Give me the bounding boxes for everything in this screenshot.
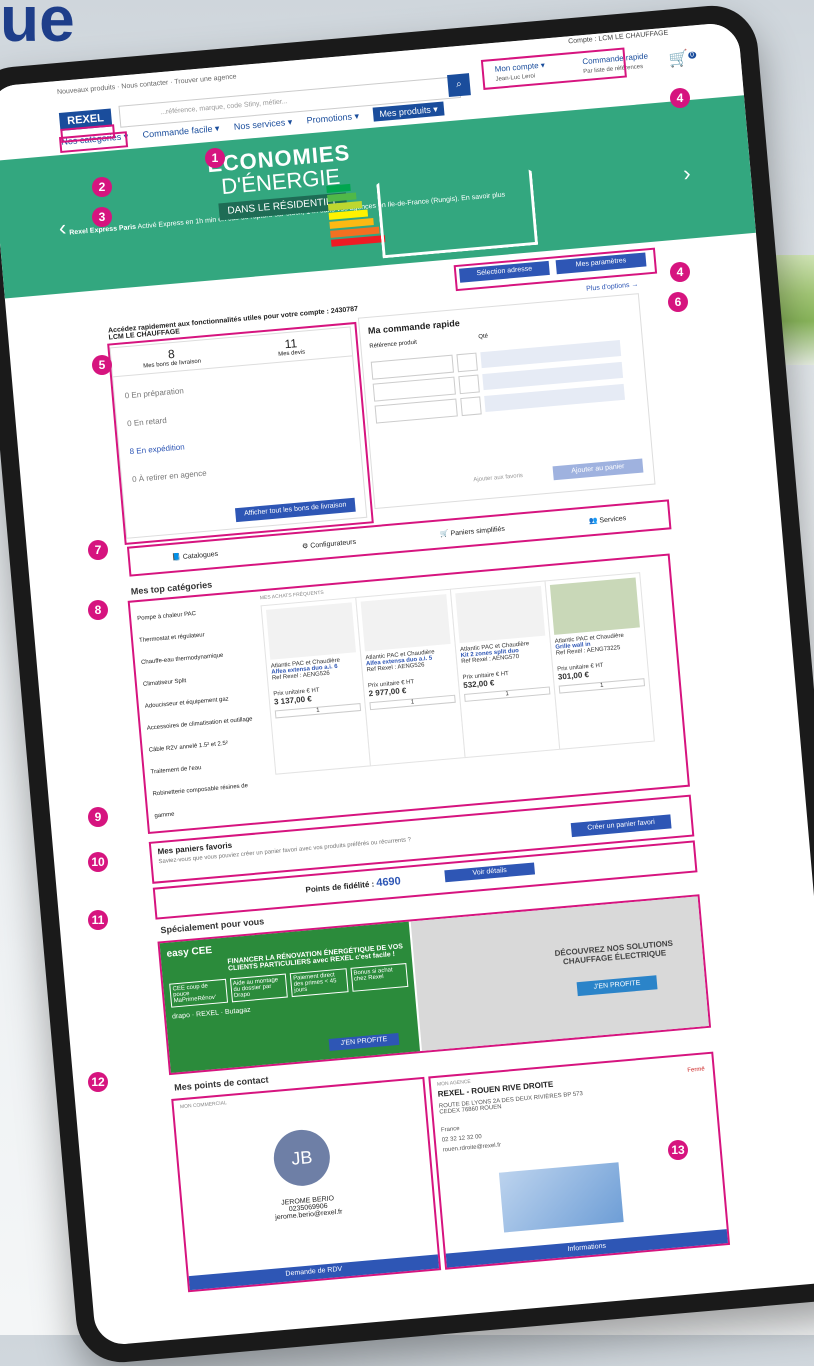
partner-logo: REXEL bbox=[195, 1009, 220, 1019]
users-icon: 👥 bbox=[588, 517, 598, 526]
qty-input[interactable] bbox=[460, 396, 482, 417]
sales-contact-panel: MON COMMERCIAL JB JEROME BERIO 023506990… bbox=[171, 1076, 442, 1293]
callout-badge-13: 13 bbox=[668, 1140, 688, 1160]
promo-right-cta[interactable]: J'EN PROFITE bbox=[576, 975, 658, 997]
callout-badge-10: 10 bbox=[88, 852, 108, 872]
product-card[interactable]: Atlantic PAC et Chaudière Kit 2 zones sp… bbox=[449, 580, 561, 759]
callout-badge-11: 11 bbox=[88, 910, 108, 930]
reference-input[interactable] bbox=[374, 398, 458, 424]
tile-label: Configurateurs bbox=[310, 538, 357, 550]
contact-title: Mes points de contact bbox=[173, 1074, 269, 1093]
avatar: JB bbox=[271, 1127, 333, 1189]
callout-badge-8: 8 bbox=[88, 600, 108, 620]
callout-badge-9: 9 bbox=[88, 807, 108, 827]
callout-badge-4b: 4 bbox=[670, 262, 690, 282]
promo-cee[interactable]: easy CEE FINANCER LA RÉNOVATION ÉNERGÉTI… bbox=[159, 921, 421, 1073]
category-list: Pompe à chaleur PAC Thermostat et régula… bbox=[136, 599, 265, 828]
search-icon[interactable]: ⌕ bbox=[447, 73, 471, 97]
partner-logo: drapo bbox=[171, 1012, 191, 1021]
rdv-button[interactable]: Demande de RDV bbox=[188, 1254, 440, 1291]
agency-building-image bbox=[498, 1162, 624, 1233]
promo-box: CEE coup de pouce MaPrimeRénov' bbox=[169, 978, 228, 1008]
promo-cta[interactable]: J'EN PROFITE bbox=[328, 1032, 400, 1052]
tile-label: Catalogues bbox=[182, 550, 219, 561]
energy-bar bbox=[326, 183, 351, 193]
product-card[interactable]: Atlantic PAC et Chaudière Alfea extensa … bbox=[355, 588, 466, 767]
agency-info-button[interactable]: Informations bbox=[445, 1229, 728, 1268]
more-options-link[interactable]: Plus d'options → bbox=[586, 281, 639, 293]
agency-phone[interactable]: 02 32 12 32 00 bbox=[442, 1134, 482, 1143]
product-image bbox=[360, 594, 451, 652]
house-icon bbox=[372, 122, 538, 258]
add-to-cart-button[interactable]: Ajouter au panier bbox=[552, 458, 644, 481]
tablet-screen: Nouveaux produits · Nous contacter · Tro… bbox=[0, 21, 814, 1347]
nav-item[interactable]: Promotions ▾ bbox=[306, 111, 359, 126]
callout-badge-6: 6 bbox=[668, 292, 688, 312]
product-card[interactable]: Atlantic PAC et Chaudière Grille wall in… bbox=[544, 572, 655, 750]
top-categories-panel: Pompe à chaleur PAC Thermostat et régula… bbox=[127, 553, 690, 835]
callout-badge-4a: 4 bbox=[670, 88, 690, 108]
promo-right-headline: DÉCOUVREZ NOS SOLUTIONS CHAUFFAGE ÉLECTR… bbox=[554, 938, 674, 967]
agency-country: France bbox=[440, 1125, 460, 1134]
reference-input[interactable] bbox=[370, 354, 454, 380]
contact-info: JEROME BERIO 0235069906 jerome.berio@rex… bbox=[183, 1187, 434, 1230]
quick-order-panel: Ma commande rapide Référence produit Qté… bbox=[357, 293, 656, 510]
loyalty-label: Points de fidélité : 4690 bbox=[305, 875, 401, 895]
reference-input[interactable] bbox=[372, 376, 456, 402]
loyalty-points: 4690 bbox=[375, 875, 402, 890]
tablet-device: Nouveaux produits · Nous contacter · Tro… bbox=[0, 2, 814, 1366]
cart-icon: 🛒 bbox=[439, 530, 449, 539]
carousel-prev-icon[interactable]: ‹ bbox=[58, 215, 68, 242]
special-title: Spécialement pour vous bbox=[160, 916, 265, 936]
qty-input[interactable] bbox=[458, 374, 480, 395]
callout-badge-3: 3 bbox=[92, 207, 112, 227]
gear-icon: ⚙ bbox=[301, 542, 309, 551]
nav-item[interactable]: Commande facile ▾ bbox=[142, 123, 220, 140]
product-image bbox=[549, 577, 640, 635]
tile-baskets[interactable]: 🛒 Paniers simplifiés bbox=[440, 525, 506, 539]
create-favorite-button[interactable]: Créer un panier favori bbox=[570, 814, 672, 838]
agency-status: Fermé bbox=[687, 1066, 705, 1074]
client-account[interactable]: Compte : LCM LE CHAUFFAGE bbox=[568, 30, 669, 46]
product-card[interactable]: Atlantic PAC et Chaudière Alfea extensa … bbox=[260, 596, 371, 775]
tile-catalogues[interactable]: 📘 Catalogues bbox=[172, 550, 219, 562]
tile-services[interactable]: 👥 Services bbox=[588, 514, 627, 526]
product-image bbox=[265, 602, 356, 660]
cart-icon[interactable]: 🛒0 bbox=[668, 47, 697, 69]
promo-electric[interactable]: DÉCOUVREZ NOS SOLUTIONS CHAUFFAGE ÉLECTR… bbox=[410, 896, 709, 1051]
callout-badge-7: 7 bbox=[88, 540, 108, 560]
promo-box: Bonus si achat chez Rexel bbox=[349, 962, 409, 992]
callout-frame-5 bbox=[107, 321, 374, 545]
partner-logo: Butagaz bbox=[224, 1006, 251, 1016]
callout-badge-1: 1 bbox=[205, 148, 225, 168]
book-icon: 📘 bbox=[171, 554, 182, 562]
add-favorites-link[interactable]: Ajouter aux favoris bbox=[473, 473, 523, 483]
promo-box: Aide au montage du dossier par Drapo bbox=[229, 973, 288, 1003]
callout-badge-5: 5 bbox=[92, 355, 112, 375]
qty-input[interactable] bbox=[456, 352, 478, 373]
agency-panel: MON AGENCE REXEL - ROUEN RIVE DROITE Fer… bbox=[428, 1051, 731, 1270]
energy-label-graphic bbox=[326, 179, 386, 248]
promo-box: Paiement direct des primes < 45 jours bbox=[289, 968, 349, 998]
page: { "corner_title": "ue", "topbar": { "met… bbox=[0, 0, 814, 1366]
cart-badge: 0 bbox=[687, 50, 697, 59]
nav-item[interactable]: Nos services ▾ bbox=[233, 117, 292, 132]
category-item[interactable]: Robinetterie composable résines de gamme bbox=[152, 774, 265, 827]
callout-badge-2: 2 bbox=[92, 177, 112, 197]
carousel-next-icon[interactable]: › bbox=[682, 160, 692, 187]
contact-label: MON COMMERCIAL bbox=[179, 1100, 228, 1111]
loyalty-details-button[interactable]: Voir détails bbox=[444, 862, 536, 883]
callout-badge-12: 12 bbox=[88, 1072, 108, 1092]
meta-links[interactable]: Nouveaux produits · Nous contacter · Tro… bbox=[57, 73, 237, 96]
tile-label: Paniers simplifiés bbox=[450, 525, 506, 538]
loyalty-text: Points de fidélité : bbox=[305, 879, 375, 895]
tile-configurators[interactable]: ⚙ Configurateurs bbox=[302, 538, 357, 551]
tile-label: Services bbox=[599, 515, 627, 525]
corner-title: ue bbox=[0, 0, 75, 55]
product-image bbox=[455, 585, 546, 644]
energy-bar bbox=[327, 192, 357, 202]
col-qty: Qté bbox=[478, 333, 489, 341]
agency-email[interactable]: rouen.rdroite@rexel.fr bbox=[442, 1142, 501, 1153]
